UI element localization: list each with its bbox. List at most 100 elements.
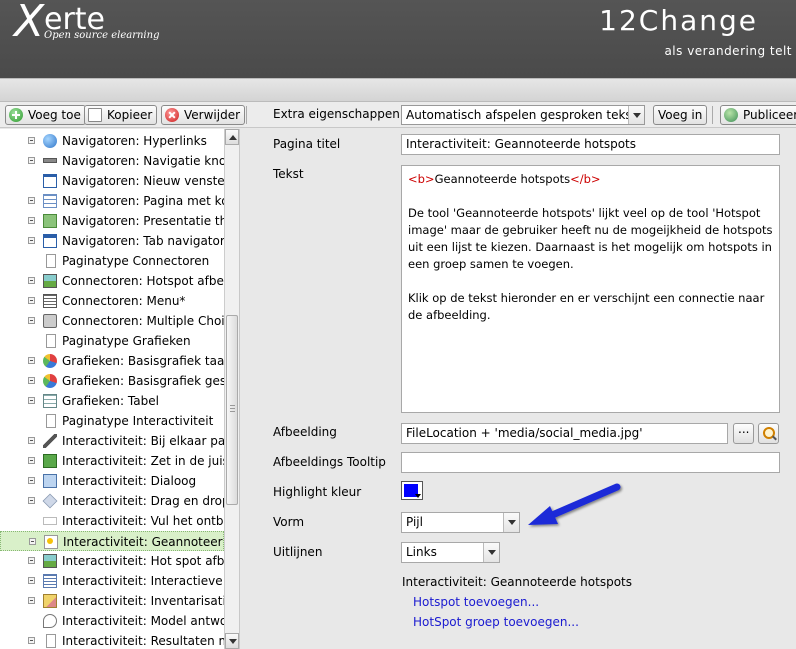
expand-toggle-icon[interactable] bbox=[28, 297, 35, 304]
tree-item[interactable]: Navigatoren: Pagina met kolo bbox=[0, 191, 224, 211]
expand-toggle-icon[interactable] bbox=[28, 637, 35, 644]
preview-magnifier-icon[interactable] bbox=[758, 423, 779, 444]
align-select[interactable]: Links bbox=[401, 542, 500, 563]
tree-item[interactable]: Interactiviteit: Drag en drop la bbox=[0, 491, 224, 511]
expand-toggle-icon[interactable] bbox=[29, 538, 36, 545]
app-header: X erte Open source elearning 12Change al… bbox=[0, 0, 796, 78]
tree-item[interactable]: Interactiviteit: Dialoog bbox=[0, 471, 224, 491]
tree-item[interactable]: Grafieken: Basisgrafiek taart bbox=[0, 351, 224, 371]
tree-item[interactable]: Navigatoren: Tab navigator bbox=[0, 231, 224, 251]
tree-item-label: Connectoren: Hotspot afbeeld bbox=[62, 274, 224, 288]
tree-item[interactable]: Interactiviteit: Interactieve lijst bbox=[0, 571, 224, 591]
tree-item[interactable]: Paginatype Connectoren bbox=[0, 251, 224, 271]
tree-item[interactable]: Interactiviteit: Zet in de juiste o bbox=[0, 451, 224, 471]
highlight-color-picker[interactable] bbox=[401, 481, 423, 500]
expand-toggle-icon[interactable] bbox=[28, 577, 35, 584]
expand-toggle-icon[interactable] bbox=[28, 317, 35, 324]
expand-toggle-icon[interactable] bbox=[28, 497, 35, 504]
align-label: Uitlijnen bbox=[273, 545, 323, 559]
expand-toggle-icon[interactable] bbox=[28, 137, 35, 144]
tree-scrollbar[interactable] bbox=[224, 129, 239, 649]
expand-toggle-icon[interactable] bbox=[28, 157, 35, 164]
tree-item[interactable]: Interactiviteit: Resultaten moc bbox=[0, 631, 224, 649]
tree-item[interactable]: Paginatype Grafieken bbox=[0, 331, 224, 351]
brand-logo: 12Change bbox=[599, 4, 758, 37]
highlight-color-label: Highlight kleur bbox=[273, 485, 362, 499]
insert-button[interactable]: Voeg in bbox=[653, 105, 708, 125]
page-title-input[interactable]: Interactiviteit: Geannoteerde hotspots bbox=[401, 134, 780, 155]
image-input[interactable]: FileLocation + 'media/social_media.jpg' bbox=[401, 423, 728, 444]
tree-item[interactable]: Interactiviteit: Hot spot afbeelc bbox=[0, 551, 224, 571]
scroll-down-arrow-icon[interactable] bbox=[225, 633, 239, 649]
menu-icon bbox=[43, 294, 57, 308]
expand-toggle-icon[interactable] bbox=[28, 457, 35, 464]
delete-button[interactable]: Verwijder bbox=[161, 105, 246, 125]
shape-label: Vorm bbox=[273, 515, 305, 529]
chevron-down-icon bbox=[503, 513, 519, 532]
hotspot-icon bbox=[44, 535, 58, 549]
tree-item-label: Grafieken: Basisgrafiek taart bbox=[62, 354, 224, 368]
presentation-icon bbox=[43, 214, 57, 228]
image-icon bbox=[43, 554, 57, 568]
tree-item[interactable]: Connectoren: Menu* bbox=[0, 291, 224, 311]
tree-item[interactable]: Interactiviteit: Bij elkaar passe bbox=[0, 431, 224, 451]
tree-item[interactable]: Interactiviteit: Inventarisatie bbox=[0, 591, 224, 611]
scroll-up-arrow-icon[interactable] bbox=[225, 129, 239, 145]
extra-properties-select[interactable]: Automatisch afspelen gesproken tekst bbox=[401, 105, 645, 125]
tree-item[interactable]: Connectoren: Hotspot afbeeld bbox=[0, 271, 224, 291]
tree-item[interactable]: Navigatoren: Hyperlinks bbox=[0, 131, 224, 151]
page-icon bbox=[46, 254, 56, 268]
tree-item[interactable]: Connectoren: Multiple Choice bbox=[0, 311, 224, 331]
tree-item[interactable]: Paginatype Interactiviteit bbox=[0, 411, 224, 431]
expand-toggle-icon[interactable] bbox=[28, 197, 35, 204]
expand-toggle-icon[interactable] bbox=[28, 597, 35, 604]
image-value: FileLocation + 'media/social_media.jpg' bbox=[406, 426, 643, 440]
tree-item[interactable]: Interactiviteit: Model antwoord bbox=[0, 611, 224, 631]
window-icon bbox=[43, 174, 57, 188]
expand-toggle-icon[interactable] bbox=[28, 237, 35, 244]
tab-icon bbox=[43, 234, 57, 248]
expand-toggle-icon[interactable] bbox=[28, 357, 35, 364]
tree-item[interactable]: Navigatoren: Navigatie knop bbox=[0, 151, 224, 171]
tree-item-label: Interactiviteit: Resultaten moc bbox=[62, 634, 224, 648]
add-hotspot-link[interactable]: Hotspot toevoegen... bbox=[413, 595, 539, 609]
tree-item[interactable]: Grafieken: Tabel bbox=[0, 391, 224, 411]
shape-select[interactable]: Pijl bbox=[401, 512, 520, 533]
tag-icon bbox=[42, 493, 58, 509]
expand-toggle-icon[interactable] bbox=[28, 277, 35, 284]
tree-item[interactable]: Interactiviteit: Geannoteerde h bbox=[0, 531, 224, 551]
copy-button[interactable]: Kopieer bbox=[84, 105, 158, 125]
tree-item[interactable]: Grafieken: Basisgrafiek gesta bbox=[0, 371, 224, 391]
image-tooltip-input[interactable] bbox=[401, 452, 780, 473]
tree-item[interactable]: Interactiviteit: Vul het ontbreke bbox=[0, 511, 224, 531]
expand-toggle-icon[interactable] bbox=[28, 217, 35, 224]
page-icon bbox=[46, 334, 56, 348]
browse-button[interactable] bbox=[733, 422, 754, 444]
globe-icon bbox=[43, 134, 57, 148]
tree-item-label: Connectoren: Multiple Choice bbox=[62, 314, 224, 328]
tree-item[interactable]: Navigatoren: Presentatie thur bbox=[0, 211, 224, 231]
text-editor[interactable]: <b>Geannoteerde hotspots</b> De tool 'Ge… bbox=[401, 165, 780, 413]
pie-chart-icon bbox=[43, 374, 57, 388]
page-title-value: Interactiviteit: Geannoteerde hotspots bbox=[406, 137, 636, 151]
expand-toggle-icon[interactable] bbox=[28, 557, 35, 564]
toolbar-separator bbox=[246, 106, 247, 124]
tree-item-label: Interactiviteit: Inventarisatie bbox=[62, 594, 224, 608]
tree-item-label: Navigatoren: Hyperlinks bbox=[62, 134, 207, 148]
expand-toggle-icon[interactable] bbox=[28, 477, 35, 484]
add-button[interactable]: Voeg toe bbox=[5, 105, 86, 125]
tree-item[interactable]: Navigatoren: Nieuw venster bbox=[0, 171, 224, 191]
expand-toggle-icon[interactable] bbox=[28, 437, 35, 444]
tree-item-label: Interactiviteit: Vul het ontbreke bbox=[62, 514, 224, 528]
scroll-thumb[interactable] bbox=[226, 315, 238, 505]
publish-button[interactable]: Publiceer bbox=[720, 105, 796, 125]
bar-icon bbox=[43, 158, 57, 163]
connect-icon bbox=[43, 434, 57, 448]
chevron-down-icon bbox=[415, 494, 421, 498]
page-icon bbox=[46, 414, 56, 428]
copy-button-label: Kopieer bbox=[107, 108, 153, 122]
expand-toggle-icon[interactable] bbox=[28, 397, 35, 404]
extra-properties-label: Extra eigenschappen: bbox=[273, 107, 404, 121]
add-hotspot-group-link[interactable]: HotSpot groep toevoegen... bbox=[413, 615, 579, 629]
expand-toggle-icon[interactable] bbox=[28, 377, 35, 384]
